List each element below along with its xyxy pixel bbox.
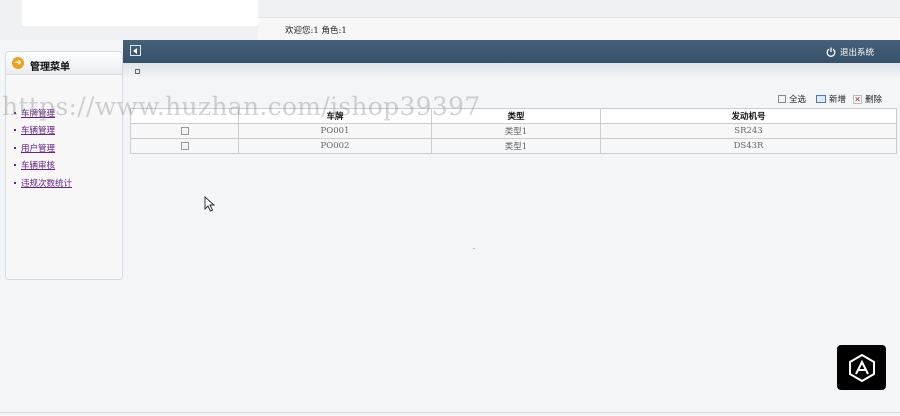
sub-header	[123, 63, 900, 79]
table-row[interactable]: PO001 类型1 SR243	[130, 123, 897, 139]
badge-glyph-icon	[848, 353, 875, 382]
sidebar-item-label[interactable]: 违规次数统计	[21, 177, 72, 189]
engine-cell: SR243	[600, 123, 897, 139]
add-icon	[816, 95, 826, 103]
bullet-icon	[14, 164, 16, 167]
select-all-button[interactable]: 全选	[778, 93, 806, 105]
sidebar-title: 管理菜单	[30, 62, 70, 73]
checkbox-icon	[778, 95, 786, 103]
sidebar-item-label[interactable]: 用户管理	[21, 142, 55, 154]
watermark-text: https://www.huzhan.com/ishop39397	[2, 92, 481, 121]
sidebar-item-users[interactable]: 用户管理	[14, 139, 72, 157]
row-checkbox[interactable]	[180, 141, 189, 150]
row-select-cell	[130, 123, 239, 139]
sidebar-item-label[interactable]: 车辆管理	[21, 124, 55, 136]
bullet-icon	[14, 146, 16, 149]
mouse-cursor-icon	[204, 196, 216, 212]
breadcrumb-square-icon	[135, 69, 140, 74]
delete-button[interactable]: ✕ 删除	[853, 93, 882, 105]
row-select-cell	[130, 138, 239, 154]
sidebar-item-label[interactable]: 车辆审核	[21, 159, 55, 171]
sidebar-item-review[interactable]: 车辆审核	[14, 157, 72, 175]
plate-cell: PO001	[238, 123, 432, 139]
add-label: 新增	[829, 95, 847, 105]
table-row[interactable]: PO002 类型1 DS43R	[130, 138, 897, 154]
stray-dot	[473, 248, 475, 249]
sidebar-item-vehicles[interactable]: 车辆管理	[14, 122, 72, 140]
type-cell: 类型1	[431, 123, 601, 139]
logo-badge-icon	[837, 345, 886, 390]
arrow-right-circle-icon: ➜	[12, 57, 24, 69]
welcome-text: 欢迎您:1 角色:1	[285, 26, 347, 36]
column-header: 发动机号	[600, 108, 897, 124]
delete-label: 删除	[865, 95, 883, 105]
top-info-strip	[258, 17, 900, 41]
logout-button[interactable]: 退出系统	[826, 46, 874, 58]
select-all-label: 全选	[789, 95, 807, 105]
top-logo-area	[22, 0, 258, 26]
bullet-icon	[14, 181, 16, 184]
header-bar	[123, 40, 900, 63]
delete-icon: ✕	[853, 94, 862, 104]
logout-label: 退出系统	[840, 48, 875, 58]
engine-cell: DS43R	[600, 138, 897, 154]
collapse-arrow-icon[interactable]	[130, 45, 141, 56]
add-button[interactable]: 新增	[816, 93, 846, 105]
sidebar-item-violations[interactable]: 违规次数统计	[14, 174, 72, 192]
bottom-divider	[0, 412, 900, 413]
row-checkbox[interactable]	[180, 126, 189, 135]
bullet-icon	[14, 129, 16, 132]
type-cell: 类型1	[431, 138, 601, 154]
plate-cell: PO002	[238, 138, 432, 154]
power-icon	[826, 47, 836, 57]
